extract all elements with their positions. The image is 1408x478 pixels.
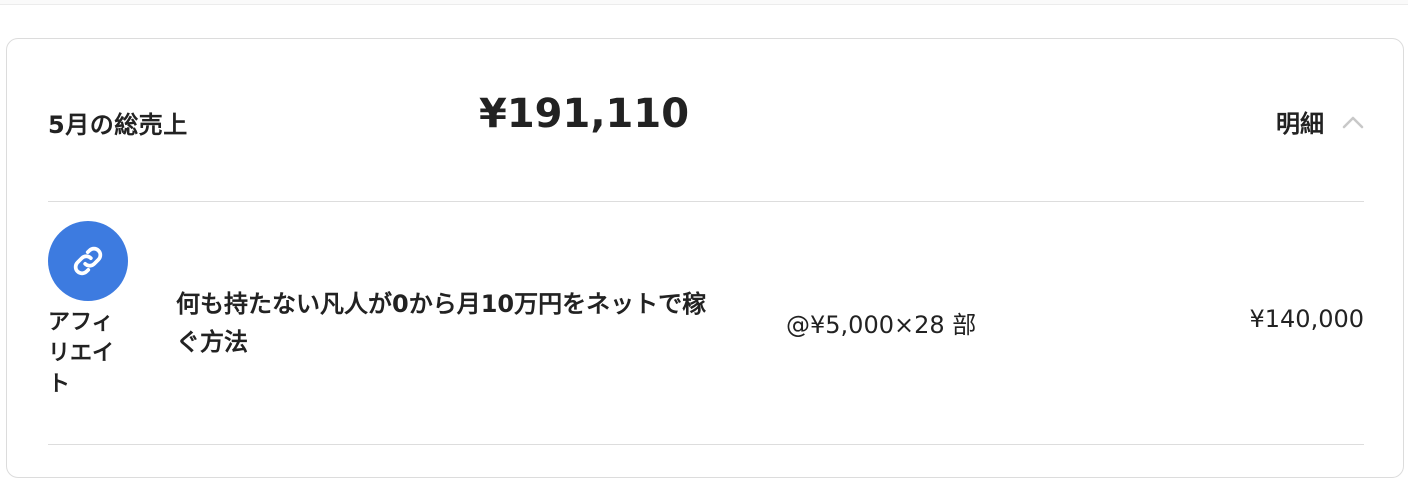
item-type-badge: アフィリエイト	[48, 221, 130, 400]
sales-summary-card: 5月の総売上 ¥191,110 明細 アフィリエイト 何も持たない凡人が0から月…	[6, 38, 1404, 478]
item-total: ¥140,000	[1249, 305, 1364, 333]
item-type-label: アフィリエイト	[48, 310, 115, 397]
summary-label: 5月の総売上	[48, 111, 188, 139]
item-unit-price: @¥5,000×28 部	[786, 311, 977, 339]
item-title: 何も持たない凡人が0から月10万円をネットで稼ぐ方法	[176, 290, 707, 356]
detail-toggle-button[interactable]: 明細	[1276, 101, 1364, 141]
summary-row: 5月の総売上 ¥191,110 明細	[48, 39, 1364, 202]
chevron-up-icon	[1342, 114, 1364, 129]
top-strip	[0, 0, 1408, 5]
sale-item-row: アフィリエイト 何も持たない凡人が0から月10万円をネットで稼ぐ方法 @¥5,0…	[48, 201, 1364, 445]
summary-amount: ¥191,110	[479, 91, 690, 137]
link-icon	[48, 221, 128, 301]
detail-label: 明細	[1276, 109, 1324, 138]
